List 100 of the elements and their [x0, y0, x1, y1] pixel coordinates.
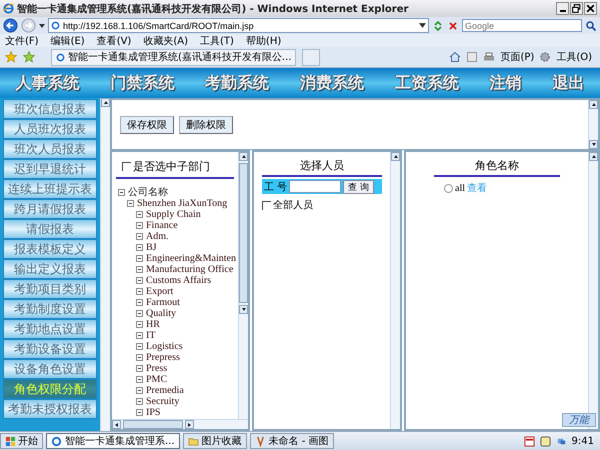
gear-icon[interactable]	[539, 51, 552, 63]
collapse-icon[interactable]	[136, 343, 143, 350]
tree-node[interactable]: Customs Affairs	[146, 275, 212, 286]
collapse-icon[interactable]	[136, 211, 143, 218]
scrollbar[interactable]	[588, 100, 598, 149]
sidebar-item[interactable]: 连续上班提示表	[3, 179, 97, 199]
sidebar-item[interactable]: 输出定义报表	[3, 259, 97, 279]
collapse-icon[interactable]	[136, 244, 143, 251]
radio-button[interactable]	[444, 184, 453, 192]
restore-button[interactable]	[570, 2, 583, 15]
scrollbar-thumb[interactable]	[239, 163, 248, 303]
start-button[interactable]: 开始	[0, 433, 43, 449]
sidebar-item[interactable]: 迟到早退统计	[3, 159, 97, 179]
back-button[interactable]	[3, 18, 18, 33]
sidebar-item[interactable]: 跨月请假报表	[3, 199, 97, 219]
scroll-down-button[interactable]	[589, 140, 598, 149]
search-icon[interactable]	[585, 20, 597, 32]
tree-node[interactable]: Premedia	[146, 385, 184, 396]
tree-node[interactable]: Press	[146, 363, 168, 374]
collapse-icon[interactable]	[127, 200, 134, 207]
collapse-icon[interactable]	[136, 222, 143, 229]
taskbar-button[interactable]: 智能一卡通集成管理系...	[46, 433, 180, 449]
tree-node[interactable]: Adm.	[146, 231, 168, 242]
tree-node[interactable]: Export	[146, 286, 174, 297]
tree-node[interactable]: Secruity	[146, 396, 180, 407]
tree-node[interactable]: HR	[146, 319, 160, 330]
tree-node[interactable]: Quality	[146, 308, 176, 319]
tree-node[interactable]: Shenzhen JiaXunTong	[137, 198, 228, 209]
scrollbar[interactable]	[588, 152, 598, 429]
toolbar-button[interactable]: 保存权限	[120, 116, 174, 134]
menu-item[interactable]: 帮助(H)	[246, 34, 282, 48]
sidebar-item[interactable]: 人员班次报表	[3, 119, 97, 139]
app-tray-icon[interactable]	[524, 436, 535, 446]
sidebar-item[interactable]: 班次信息报表	[3, 99, 97, 119]
address-field[interactable]: http://192.168.1.106/SmartCard/ROOT/main.jsp	[48, 18, 429, 33]
sidebar-item[interactable]: 设备角色设置	[3, 359, 97, 379]
query-button[interactable]: 查 询	[343, 180, 374, 194]
browser-tab[interactable]: 智能一卡通集成管理系统(嘉讯通科技开发有限公...	[51, 48, 296, 66]
collapse-icon[interactable]	[136, 354, 143, 361]
star-icon[interactable]	[5, 51, 17, 63]
menu-item[interactable]: 工具(T)	[200, 34, 234, 48]
tree-node[interactable]: Logistics	[146, 341, 183, 352]
tree-node[interactable]: Engineering&Mainten	[146, 253, 236, 264]
tree-node[interactable]: Manufacturing Office	[146, 264, 234, 275]
scroll-up-button[interactable]	[589, 152, 598, 161]
scrollbar[interactable]	[100, 98, 110, 431]
collapse-icon[interactable]	[136, 288, 143, 295]
collapse-icon[interactable]	[136, 310, 143, 317]
tools-menu[interactable]: 工具(O)	[556, 50, 592, 64]
tree-node[interactable]: IPS	[146, 407, 160, 418]
tree-node[interactable]: Farmout	[146, 297, 180, 308]
sidebar-item[interactable]: 报表模板定义	[3, 239, 97, 259]
scroll-left-button[interactable]	[112, 420, 121, 429]
stop-icon[interactable]	[447, 20, 459, 32]
taskbar-button[interactable]: 未命名 - 画图	[250, 433, 334, 449]
search-field[interactable]: Google	[462, 19, 582, 32]
menu-item[interactable]: 编辑(E)	[50, 34, 85, 48]
collapse-icon[interactable]	[136, 387, 143, 394]
tree-node[interactable]: BJ	[146, 242, 157, 253]
sidebar-item[interactable]: 考勤项目类别	[3, 279, 97, 299]
menu-item[interactable]: 收藏夹(A)	[143, 34, 188, 48]
scroll-right-button[interactable]	[185, 420, 194, 429]
sidebar-item[interactable]: 考勤地点设置	[3, 319, 97, 339]
scrollbar-thumb[interactable]	[123, 420, 183, 429]
sidebar-item[interactable]: 考勤设备设置	[3, 339, 97, 359]
collapse-icon[interactable]	[136, 299, 143, 306]
horizontal-scrollbar[interactable]	[112, 419, 248, 429]
tree-node[interactable]: IT	[146, 330, 156, 341]
collapse-icon[interactable]	[136, 266, 143, 273]
tree-node[interactable]: 公司名称	[128, 187, 168, 198]
tree-node[interactable]: Finance	[146, 220, 178, 231]
home-icon[interactable]	[449, 51, 462, 63]
sidebar-item[interactable]: 考勤制度设置	[3, 299, 97, 319]
scrollbar[interactable]	[238, 152, 248, 419]
dropdown-icon[interactable]	[39, 24, 45, 28]
collapse-icon[interactable]	[136, 365, 143, 372]
toolbar-button[interactable]: 删除权限	[179, 116, 233, 134]
collapse-icon[interactable]	[136, 398, 143, 405]
scrollbar[interactable]	[390, 152, 400, 429]
collapse-icon[interactable]	[136, 332, 143, 339]
sidebar-item[interactable]: 角色权限分配	[3, 379, 97, 399]
tree-node[interactable]: PMC	[146, 374, 168, 385]
sidebar-item[interactable]: 班次人员报表	[3, 139, 97, 159]
page-menu[interactable]: 页面(P)	[500, 50, 534, 64]
refresh-icon[interactable]	[432, 20, 444, 32]
tree-node[interactable]: Supply Chain	[146, 209, 201, 220]
scroll-up-button[interactable]	[589, 100, 598, 109]
collapse-icon[interactable]	[118, 189, 125, 196]
scroll-down-button[interactable]	[239, 305, 248, 314]
scroll-up-button[interactable]	[101, 98, 110, 107]
collapse-icon[interactable]	[136, 277, 143, 284]
collapse-icon[interactable]	[136, 376, 143, 383]
collapse-icon[interactable]	[136, 321, 143, 328]
scroll-up-button[interactable]	[239, 152, 248, 161]
minimize-button[interactable]	[556, 2, 569, 15]
collapse-icon[interactable]	[136, 255, 143, 262]
sidebar-item[interactable]: 考勤未授权报表	[3, 399, 97, 419]
add-favorite-icon[interactable]	[23, 51, 35, 63]
scroll-up-button[interactable]	[391, 152, 400, 161]
tree-node[interactable]: Prepress	[146, 352, 180, 363]
